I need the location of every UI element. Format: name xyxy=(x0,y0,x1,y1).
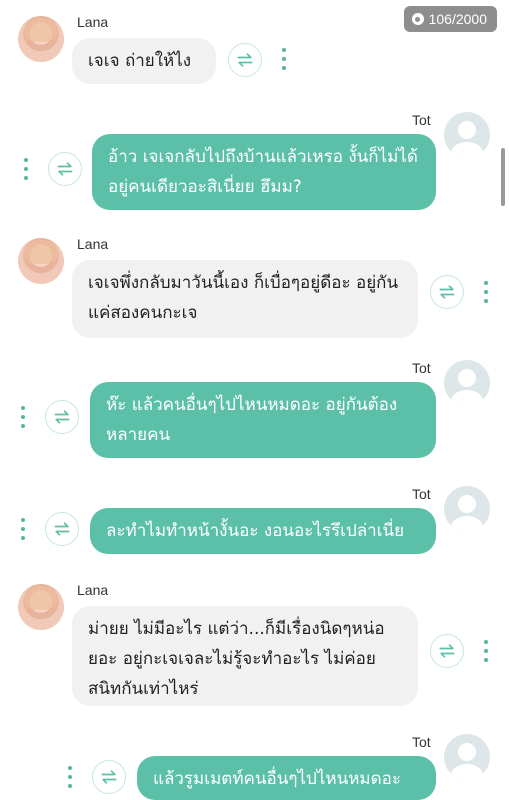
more-button[interactable] xyxy=(67,766,73,788)
more-button[interactable] xyxy=(23,158,29,180)
more-vertical-icon xyxy=(21,518,25,522)
swap-arrows-icon xyxy=(439,285,455,299)
avatar[interactable] xyxy=(444,734,490,780)
avatar[interactable] xyxy=(18,238,64,284)
swap-button[interactable] xyxy=(45,400,79,434)
sender-name: Tot xyxy=(412,112,431,128)
sender-name: Lana xyxy=(77,236,109,252)
sender-name: Lana xyxy=(77,14,109,30)
more-button[interactable] xyxy=(483,640,489,662)
more-vertical-icon xyxy=(282,48,286,52)
message-row: Tot ห๊ะ แล้วคนอื่นๆไปไหนหมดอะ อยู่กันต้อ… xyxy=(0,356,509,462)
more-button[interactable] xyxy=(483,281,489,303)
swap-arrows-icon xyxy=(54,410,70,424)
message-bubble: เจเจพึ่งกลับมาวันนี้เอง ก็เบื่อๆอยู่ดีอะ… xyxy=(72,260,418,338)
more-vertical-icon xyxy=(484,281,488,285)
swap-button[interactable] xyxy=(45,512,79,546)
more-vertical-icon xyxy=(21,406,25,410)
swap-arrows-icon xyxy=(439,644,455,658)
message-row: Tot ละทำไมทำหน้างั้นอะ งอนอะไรรึเปล่าเนี… xyxy=(0,482,509,568)
message-row: Tot แล้วรูมเมตท์คนอื่นๆไปไหนหมดอะ xyxy=(0,730,509,800)
message-row: Lana เจเจพึ่งกลับมาวันนี้เอง ก็เบื่อๆอยู… xyxy=(0,232,509,342)
swap-arrows-icon xyxy=(237,53,253,67)
message-bubble: เจเจ ถ่ายให้ไง xyxy=(72,38,216,84)
message-bubble: ห๊ะ แล้วคนอื่นๆไปไหนหมดอะ อยู่กันต้องหลา… xyxy=(90,382,436,458)
more-button[interactable] xyxy=(20,518,26,540)
message-row: Lana ม่ายย ไม่มีอะไร แต่ว่า...ก็มีเรื่อง… xyxy=(0,578,509,708)
avatar[interactable] xyxy=(444,112,490,158)
message-bubble: ม่ายย ไม่มีอะไร แต่ว่า...ก็มีเรื่องนิดๆห… xyxy=(72,606,418,706)
swap-arrows-icon xyxy=(101,770,117,784)
more-button[interactable] xyxy=(281,48,287,70)
avatar[interactable] xyxy=(18,584,64,630)
avatar[interactable] xyxy=(444,486,490,532)
swap-button[interactable] xyxy=(430,275,464,309)
sender-name: Lana xyxy=(77,582,109,598)
message-bubble: ละทำไมทำหน้างั้นอะ งอนอะไรรึเปล่าเนี่ย xyxy=(90,508,436,554)
more-vertical-icon xyxy=(484,640,488,644)
swap-button[interactable] xyxy=(430,634,464,668)
message-bubble: อ้าว เจเจกลับไปถึงบ้านแล้วเหรอ งั้นก็ไม่… xyxy=(92,134,436,210)
sender-name: Tot xyxy=(412,360,431,376)
swap-arrows-icon xyxy=(54,522,70,536)
sender-name: Tot xyxy=(412,734,431,750)
swap-arrows-icon xyxy=(57,162,73,176)
more-vertical-icon xyxy=(68,766,72,770)
swap-button[interactable] xyxy=(228,43,262,77)
message-row: Tot อ้าว เจเจกลับไปถึงบ้านแล้วเหรอ งั้นก… xyxy=(0,108,509,218)
swap-button[interactable] xyxy=(48,152,82,186)
swap-button[interactable] xyxy=(92,760,126,794)
avatar[interactable] xyxy=(18,16,64,62)
avatar[interactable] xyxy=(444,360,490,406)
sender-name: Tot xyxy=(412,486,431,502)
message-bubble: แล้วรูมเมตท์คนอื่นๆไปไหนหมดอะ xyxy=(137,756,436,800)
more-vertical-icon xyxy=(24,158,28,162)
more-button[interactable] xyxy=(20,406,26,428)
message-row: Lana เจเจ ถ่ายให้ไง xyxy=(0,0,509,100)
